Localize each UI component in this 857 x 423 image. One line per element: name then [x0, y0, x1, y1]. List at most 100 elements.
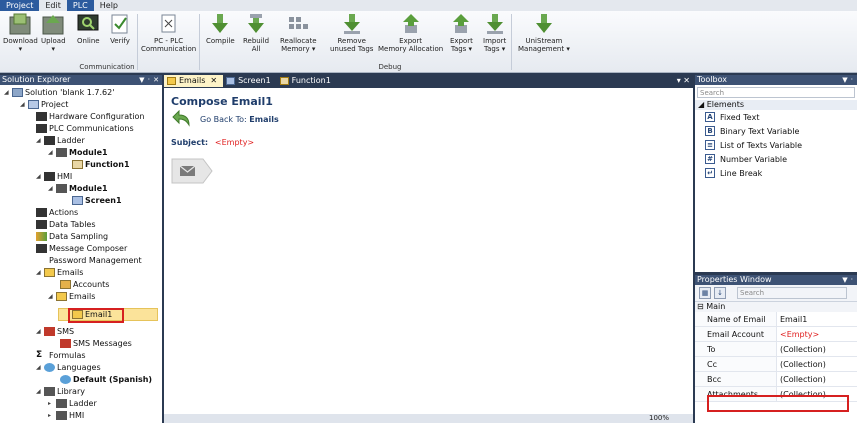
folder-icon: [56, 147, 67, 157]
properties-toolbar: ▦ ↓ Search: [695, 285, 857, 302]
sort-alphabetical-icon[interactable]: ↓: [714, 287, 726, 299]
compile-button[interactable]: Compile: [206, 13, 235, 45]
main-section-header[interactable]: ⊟ Main: [695, 302, 857, 312]
tree-node-ladder[interactable]: ◢ Ladder: [36, 134, 85, 146]
tree-node-library[interactable]: ◢ Library: [36, 385, 85, 397]
toolbox-item-binary-text-variable[interactable]: B Binary Text Variable: [695, 124, 857, 138]
unistream-icon: [533, 13, 555, 35]
toolbox-item-line-break[interactable]: ↵ Line Break: [695, 166, 857, 180]
tree-node-plc-communications[interactable]: PLC Communications: [36, 122, 134, 134]
folder-icon: [56, 410, 67, 420]
tree-node-message-composer[interactable]: Message Composer: [36, 242, 127, 254]
online-button[interactable]: Online: [77, 13, 100, 45]
download-icon: [9, 13, 31, 35]
plc-communications-icon: [36, 123, 47, 133]
zoom-level[interactable]: 100%: [649, 414, 669, 423]
tree-node-hmi[interactable]: ◢ HMI: [36, 170, 72, 182]
pin-icon[interactable]: ▼ ᛫: [842, 275, 857, 285]
tree-node-library-ladder[interactable]: ▸ Ladder: [48, 397, 97, 409]
elements-section-header[interactable]: ◢ Elements: [695, 100, 857, 110]
tree-node-ladder-module1[interactable]: ◢ Module1: [48, 146, 108, 158]
folder-icon: [56, 183, 67, 193]
verify-button[interactable]: Verify: [109, 13, 131, 45]
property-row-bcc[interactable]: Bcc (Collection): [695, 372, 857, 387]
property-row-to[interactable]: To (Collection): [695, 342, 857, 357]
password-icon: [36, 256, 47, 265]
toolbox-item-list-of-texts-variable[interactable]: ≡ List of Texts Variable: [695, 138, 857, 152]
tree-node-data-sampling[interactable]: Data Sampling: [36, 230, 108, 242]
tree-node-sms[interactable]: ◢ SMS: [36, 325, 74, 337]
tab-emails[interactable]: Emails ✕: [164, 75, 224, 87]
tree-node-project[interactable]: ◢ Project: [20, 98, 68, 110]
ribbon-separator: [199, 14, 200, 70]
tree-node-emails[interactable]: ◢ Emails: [36, 266, 83, 278]
menu-tab-plc[interactable]: PLC: [66, 0, 94, 11]
tree-node-screen1[interactable]: Screen1: [72, 194, 122, 206]
data-sampling-icon: [36, 231, 47, 241]
verify-icon: [109, 13, 131, 35]
toolbox-title-bar: Toolbox ▼ ᛫: [695, 75, 857, 85]
subject-field[interactable]: Subject: <Empty>: [171, 138, 254, 147]
import-tags-button[interactable]: Import Tags ▾: [483, 13, 506, 53]
categorized-icon[interactable]: ▦: [699, 287, 711, 299]
tree-node-formulas[interactable]: Σ Formulas: [36, 349, 86, 361]
tree-node-library-hmi[interactable]: ▸ HMI: [48, 409, 84, 421]
pin-icon[interactable]: ▼ ᛫ ✕: [139, 75, 162, 85]
menu-tab-edit[interactable]: Edit: [39, 0, 67, 11]
properties-search-input[interactable]: Search: [737, 287, 847, 299]
go-back-link[interactable]: Go Back To: Emails: [200, 115, 279, 124]
tab-controls[interactable]: ▾ ✕: [677, 75, 690, 87]
online-icon: [77, 13, 99, 35]
tab-screen1[interactable]: Screen1: [223, 75, 277, 87]
tree-node-actions[interactable]: Actions: [36, 206, 78, 218]
tree-node-password-management[interactable]: Password Management: [36, 254, 142, 266]
actions-icon: [36, 207, 47, 217]
tab-function1[interactable]: Function1: [277, 75, 337, 87]
pc-plc-communication-button[interactable]: PC - PLC Communication: [141, 13, 196, 53]
export-tags-button[interactable]: Export Tags ▾: [450, 13, 473, 53]
tree-node-function1[interactable]: Function1: [72, 158, 130, 170]
export-memory-allocation-button[interactable]: Export Memory Allocation: [378, 13, 443, 53]
property-row-cc[interactable]: Cc (Collection): [695, 357, 857, 372]
tree-node-accounts[interactable]: Accounts: [60, 278, 109, 290]
close-icon[interactable]: ✕: [210, 75, 217, 87]
upload-button[interactable]: Upload ▾: [41, 13, 66, 53]
tree-node-sms-messages[interactable]: SMS Messages: [60, 337, 132, 349]
sms-icon: [44, 326, 55, 336]
data-tables-icon: [36, 219, 47, 229]
project-icon: [28, 99, 39, 109]
menu-tab-project[interactable]: Project: [0, 0, 40, 11]
remove-tags-icon: [341, 13, 363, 35]
compile-icon: [209, 13, 231, 35]
menu-tab-help[interactable]: Help: [94, 0, 124, 11]
attachments-highlight-box: [707, 395, 849, 412]
tree-node-hmi-module1[interactable]: ◢ Module1: [48, 182, 108, 194]
toolbox-item-number-variable[interactable]: # Number Variable: [695, 152, 857, 166]
toolbox-item-fixed-text[interactable]: A Fixed Text: [695, 110, 857, 124]
download-button[interactable]: Download ▾: [3, 13, 38, 53]
rebuild-all-button[interactable]: Rebuild All: [243, 13, 269, 53]
go-back-arrow-icon[interactable]: [172, 110, 192, 128]
tree-node-languages[interactable]: ◢ Languages: [36, 361, 101, 373]
pin-icon[interactable]: ▼ ᛫: [842, 75, 857, 85]
email1-highlight-box: [68, 308, 124, 323]
reallocate-memory-button[interactable]: Reallocate Memory ▾: [280, 13, 317, 53]
toolbox-search-input[interactable]: Search: [697, 87, 855, 98]
tree-node-solution[interactable]: ◢ Solution 'blank 1.7.62': [4, 86, 114, 98]
tree-node-data-tables[interactable]: Data Tables: [36, 218, 96, 230]
tree-node-hardware-configuration[interactable]: Hardware Configuration: [36, 110, 144, 122]
email-body-block-icon[interactable]: [171, 158, 213, 184]
collapse-icon[interactable]: ⊟: [697, 302, 704, 311]
unistream-management-button[interactable]: UniStream Management ▾: [518, 13, 570, 53]
property-row-email-account[interactable]: Email Account <Empty>: [695, 327, 857, 342]
upload-icon: [42, 13, 64, 35]
remove-unused-tags-button[interactable]: Remove unused Tags: [330, 13, 373, 53]
tree-node-emails-folder[interactable]: ◢ Emails: [48, 290, 95, 302]
property-row-name-of-email[interactable]: Name of Email Email1: [695, 312, 857, 327]
message-composer-icon: [36, 243, 47, 253]
status-bar: 100%: [164, 414, 693, 423]
hmi-icon: [44, 171, 55, 181]
tree-node-default-spanish[interactable]: Default (Spanish): [60, 373, 152, 385]
properties-title-bar: Properties Window ▼ ᛫: [695, 275, 857, 285]
collapse-icon[interactable]: ◢: [698, 100, 707, 109]
